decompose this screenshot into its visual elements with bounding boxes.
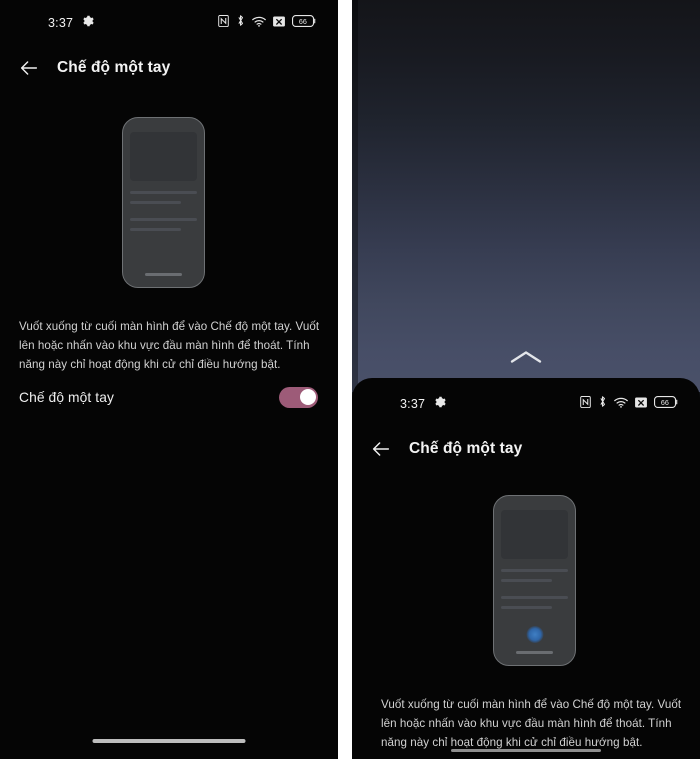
illustration-content-block	[501, 510, 568, 560]
one-handed-mode-window: 3:37 66 Chế độ một tay Vuốt xuống từ cuố…	[352, 378, 700, 759]
screenshot-stage: 3:37 66 Chế độ một tay Vuốt xuống từ cuố…	[0, 0, 700, 759]
phone-illustration	[122, 117, 205, 288]
illustration-phone-body	[122, 117, 205, 288]
illustration-line	[501, 578, 553, 582]
no-sim-icon	[635, 395, 647, 413]
panel-divider	[338, 0, 352, 759]
wallpaper-left-edge	[352, 0, 358, 392]
chevron-up-icon[interactable]	[509, 349, 543, 370]
status-bar-right: 66	[218, 14, 316, 32]
status-bar-clock: 3:37	[48, 16, 74, 30]
illustration-line	[130, 190, 197, 194]
illustration-phone-body	[493, 495, 576, 666]
status-bar-left: 3:37	[400, 395, 446, 413]
illustration-line	[501, 568, 568, 572]
svg-text:66: 66	[661, 398, 669, 407]
status-bar: 3:37 66	[352, 389, 700, 419]
status-bar-left: 3:37	[48, 14, 94, 32]
illustration-line	[130, 227, 182, 232]
illustration-line	[130, 200, 182, 204]
illustration-home-indicator	[144, 273, 183, 277]
bluetooth-icon	[598, 395, 607, 413]
description-text: Vuốt xuống từ cuối màn hình để vào Chế đ…	[381, 698, 682, 749]
left-phone-screenshot: 3:37 66 Chế độ một tay Vuốt xuống từ cuố…	[0, 0, 338, 759]
phone-illustration	[493, 495, 576, 666]
navigation-home-indicator[interactable]	[92, 739, 246, 743]
wifi-icon	[252, 14, 266, 32]
right-phone-screenshot: 3:37 66 Chế độ một tay Vuốt xuống từ cuố…	[352, 0, 700, 759]
nfc-icon	[218, 14, 229, 32]
status-bar-clock: 3:37	[400, 397, 426, 411]
navigation-home-indicator[interactable]	[451, 748, 601, 752]
status-bar: 3:37 66	[0, 8, 338, 38]
app-bar: Chế độ một tay	[0, 47, 338, 89]
status-bar-right: 66	[580, 395, 678, 413]
app-bar: Chế độ một tay	[352, 428, 700, 470]
bluetooth-icon	[236, 14, 245, 32]
nfc-icon	[580, 395, 591, 413]
one-handed-mode-setting-row[interactable]: Chế độ một tay	[0, 381, 338, 413]
battery-icon: 66	[291, 14, 316, 32]
back-arrow-icon[interactable]	[18, 57, 40, 79]
svg-text:66: 66	[299, 17, 307, 26]
page-title: Chế độ một tay	[57, 59, 171, 76]
battery-icon: 66	[653, 395, 678, 413]
description-text: Vuốt xuống từ cuối màn hình để vào Chế đ…	[19, 320, 320, 371]
one-handed-mode-toggle[interactable]	[279, 386, 318, 408]
illustration-line	[501, 595, 568, 599]
gear-icon	[434, 395, 446, 413]
touch-dot-icon	[526, 626, 543, 644]
illustration-line	[130, 217, 197, 221]
setting-label: Chế độ một tay	[19, 389, 114, 405]
back-arrow-icon[interactable]	[370, 438, 392, 460]
illustration-content-block	[130, 132, 197, 182]
wallpaper-background	[352, 0, 700, 392]
page-title: Chế độ một tay	[409, 440, 523, 457]
illustration-line	[501, 605, 553, 610]
gear-icon	[82, 14, 94, 32]
wifi-icon	[614, 395, 628, 413]
no-sim-icon	[273, 14, 285, 32]
illustration-home-indicator	[515, 651, 554, 655]
toggle-knob	[299, 388, 316, 405]
